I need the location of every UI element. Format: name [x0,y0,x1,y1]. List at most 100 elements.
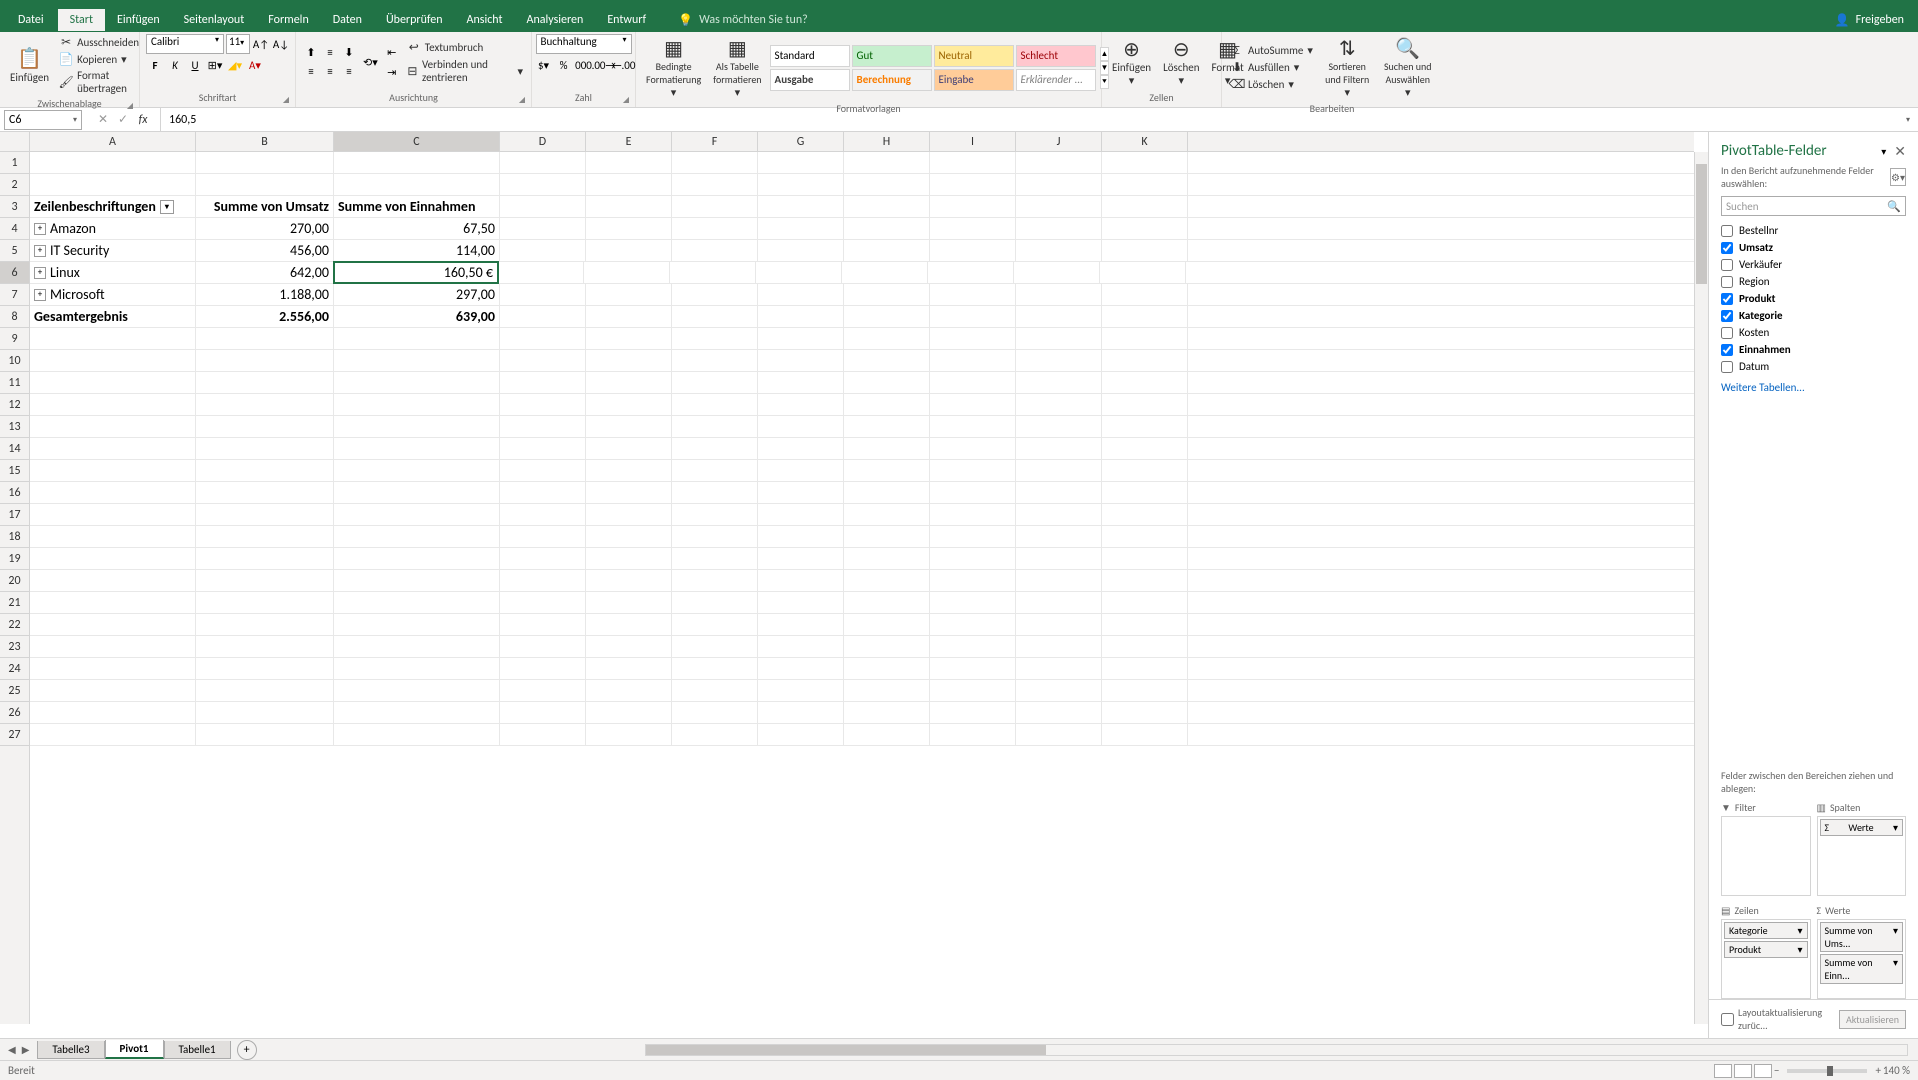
cell-styles-gallery[interactable]: Standard Gut Neutral Schlecht Ausgabe Be… [770,45,1096,91]
col-header-j[interactable]: J [1016,132,1102,151]
pivot-grand-total[interactable]: Gesamtergebnis [30,306,196,327]
pivot-field-bestellnr[interactable]: Bestellnr [1721,222,1906,239]
pivot-row-label-header[interactable]: Zeilenbeschriftungen▾ [30,196,196,217]
cell[interactable]: 1.188,00 [196,284,334,305]
underline-button[interactable]: U [186,56,204,74]
fx-button[interactable]: fx [134,111,152,129]
more-tables-link[interactable]: Weitere Tabellen... [1709,375,1918,400]
clipboard-launcher[interactable]: ◢ [127,101,133,111]
row-header[interactable]: 4 [0,218,29,240]
col-header-e[interactable]: E [586,132,672,151]
name-box[interactable]: C6▾ [4,110,82,130]
zone-item[interactable]: Summe von Einn...▾ [1820,954,1904,984]
cell[interactable]: 67,50 [334,218,500,239]
tab-nav-next[interactable]: ▶ [22,1043,30,1056]
zone-item[interactable]: Summe von Ums...▾ [1820,922,1904,952]
expand-formula-bar[interactable]: ▾ [1898,115,1918,125]
row-header[interactable]: 8 [0,306,29,328]
cell-c6-selected[interactable]: 160,50 € [333,261,499,284]
field-checkbox[interactable] [1721,310,1733,322]
pivot-field-region[interactable]: Region [1721,273,1906,290]
grow-font-button[interactable]: A↑ [252,35,270,53]
tab-analysieren[interactable]: Analysieren [515,9,596,31]
row-header[interactable]: 21 [0,592,29,614]
row-header[interactable]: 20 [0,570,29,592]
italic-button[interactable]: K [166,56,184,74]
indent-decrease[interactable]: ⇤ [383,43,401,61]
pivot-row-itsecurity[interactable]: +IT Security [30,240,196,261]
increase-decimal[interactable]: .00→ [595,56,613,74]
enter-formula[interactable]: ✓ [114,111,132,129]
style-neutral[interactable]: Neutral [934,45,1014,67]
style-ausgabe[interactable]: Ausgabe [770,69,850,91]
row-header[interactable]: 10 [0,350,29,372]
style-erklaerender[interactable]: Erklärender ... [1016,69,1096,91]
cell[interactable]: 639,00 [334,306,500,327]
col-header-k[interactable]: K [1102,132,1188,151]
comma-button[interactable]: 000 [575,56,593,74]
row-header[interactable]: 12 [0,394,29,416]
zoom-slider[interactable] [1787,1069,1867,1073]
cancel-formula[interactable]: ✕ [94,111,112,129]
tell-me-search[interactable]: 💡 Was möchten Sie tun? [678,13,808,28]
row-header[interactable]: 24 [0,658,29,680]
zone-item[interactable]: Kategorie▾ [1724,922,1808,939]
font-color-button[interactable]: A▾ [246,56,264,74]
tab-einfuegen[interactable]: Einfügen [105,9,172,31]
field-checkbox[interactable] [1721,344,1733,356]
col-header-h[interactable]: H [844,132,930,151]
row-header[interactable]: 22 [0,614,29,636]
sort-filter-button[interactable]: ⇅Sortieren und Filtern▾ [1319,34,1376,101]
zoom-level[interactable]: 140 % [1883,1064,1910,1077]
number-format-select[interactable]: Buchhaltung▾ [536,34,632,54]
cell[interactable]: 270,00 [196,218,334,239]
font-size-select[interactable]: 11▾ [226,34,250,54]
field-checkbox[interactable] [1721,327,1733,339]
cells-area[interactable]: Zeilenbeschriftungen▾ Summe von Umsatz S… [30,152,1694,1024]
cut-button[interactable]: ✂Ausschneiden [57,34,141,50]
row-header[interactable]: 27 [0,724,29,746]
field-checkbox[interactable] [1721,276,1733,288]
style-standard[interactable]: Standard [770,45,850,67]
gear-icon[interactable]: ⚙▾ [1890,168,1906,186]
share-button[interactable]: 👤 Freigeben [1835,13,1904,28]
font-launcher[interactable]: ◢ [283,95,289,105]
vertical-scrollbar[interactable] [1694,152,1708,1024]
tab-formeln[interactable]: Formeln [256,9,320,31]
expand-icon[interactable]: + [34,245,46,257]
col-header-f[interactable]: F [672,132,758,151]
row-header[interactable]: 23 [0,636,29,658]
sheet-tab-pivot1[interactable]: Pivot1 [105,1040,164,1059]
insert-cells-button[interactable]: ⊕Einfügen▾ [1108,35,1155,89]
row-header[interactable]: 17 [0,504,29,526]
style-eingabe[interactable]: Eingabe [934,69,1014,91]
tab-start[interactable]: Start [58,9,105,31]
spreadsheet-grid[interactable]: A B C D E F G H I J K 1 2 3 4 5 6 7 8 9 … [0,132,1708,1038]
col-header-d[interactable]: D [500,132,586,151]
update-button[interactable]: Aktualisieren [1839,1010,1906,1029]
decrease-decimal[interactable]: ←.00 [615,56,633,74]
border-button[interactable]: ⊞▾ [206,56,224,74]
align-top[interactable]: ⬆ [302,44,320,62]
indent-increase[interactable]: ⇥ [383,63,401,81]
bold-button[interactable]: F [146,56,164,74]
align-left[interactable]: ≡ [302,63,320,81]
col-header-a[interactable]: A [30,132,196,151]
row-header[interactable]: 14 [0,438,29,460]
col-header-c[interactable]: C [334,132,500,151]
add-sheet-button[interactable]: + [237,1040,257,1060]
sheet-tab-tabelle1[interactable]: Tabelle1 [164,1041,231,1059]
view-normal[interactable] [1714,1064,1732,1078]
tab-datei[interactable]: Datei [4,9,58,31]
autosum-button[interactable]: ΣAutoSumme ▾ [1228,43,1315,59]
row-header[interactable]: 6 [0,262,29,284]
format-as-table-button[interactable]: ▦Als Tabelle formatieren▾ [709,34,765,101]
format-painter-button[interactable]: 🖌Format übertragen [57,68,141,96]
cell[interactable]: 297,00 [334,284,500,305]
pivot-field-produkt[interactable]: Produkt [1721,290,1906,307]
col-header-i[interactable]: I [930,132,1016,151]
delete-cells-button[interactable]: ⊖Löschen▾ [1159,35,1203,89]
tab-seitenlayout[interactable]: Seitenlayout [172,9,257,31]
pivot-field-einnahmen[interactable]: Einnahmen [1721,341,1906,358]
sheet-tab-tabelle3[interactable]: Tabelle3 [37,1041,104,1059]
